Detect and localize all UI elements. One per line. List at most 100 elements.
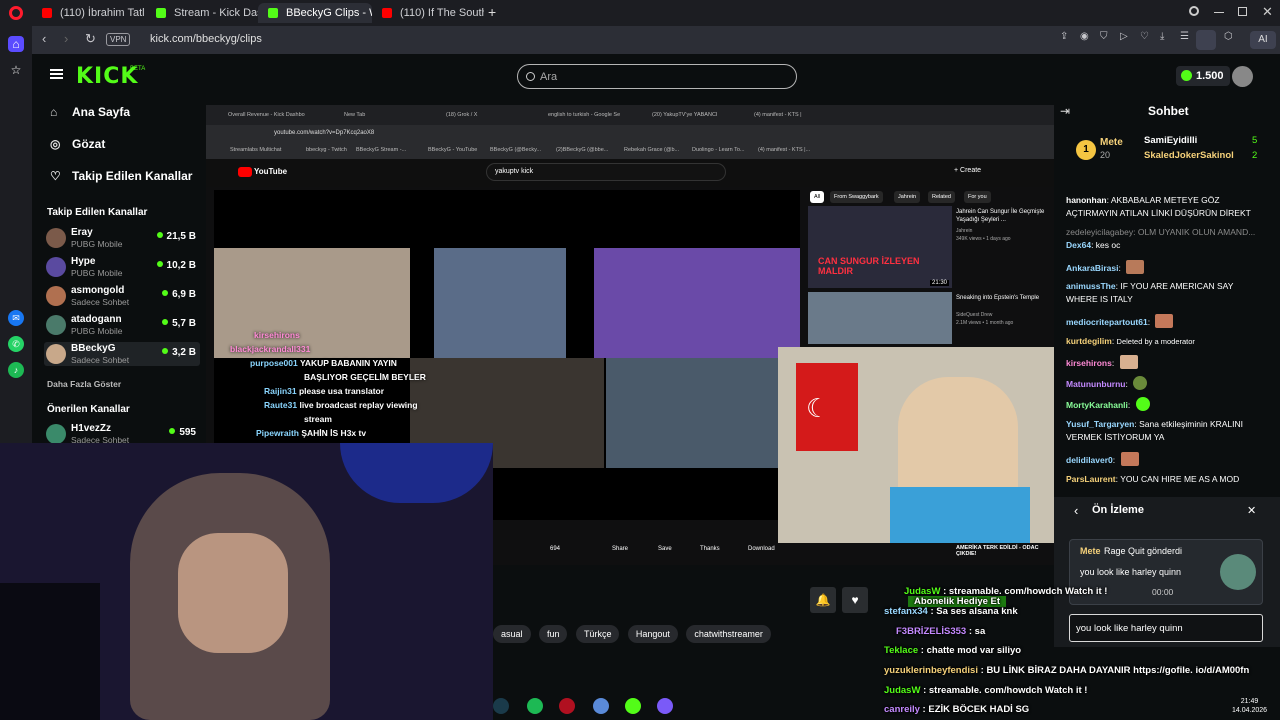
followed-channel-hype[interactable]: Hype PUBG Mobile 10,2 B [44, 255, 200, 279]
chat-deleted-notice: Deleted by a moderator [1116, 337, 1195, 346]
rage-quit-emote-icon [1220, 554, 1256, 590]
home-icon[interactable]: ⌂ [8, 36, 24, 52]
broadcast-chat-line: stefanx34 : Sa ses alsana knk [884, 606, 1018, 617]
stream-tag[interactable]: chatwithstreamer [686, 625, 771, 643]
nav-following[interactable]: ♡ Takip Edilen Kanallar [50, 169, 192, 183]
preview-back-icon[interactable]: ‹ [1074, 503, 1078, 518]
notify-bell-button[interactable]: 🔔 [810, 587, 836, 613]
channel-points-badge[interactable]: 1.500 [1176, 66, 1230, 86]
avatar [46, 424, 66, 444]
whatsapp-icon[interactable]: ✆ [8, 336, 24, 352]
new-tab-button[interactable]: + [488, 4, 496, 20]
chat-username[interactable]: Matununburnu [1066, 379, 1125, 389]
camera-icon[interactable]: ◉ [1080, 31, 1089, 42]
leader-user: Mete [1100, 137, 1123, 148]
broadcast-chat-line: canreily : EZİK BÖCEK HADİ SG [884, 704, 1030, 715]
chat-username[interactable]: kirsehirons [1066, 358, 1112, 368]
vpn-badge[interactable]: VPN [106, 33, 131, 46]
follow-heart-button[interactable]: ♥ [842, 587, 868, 613]
browser-tab[interactable]: (110) İbrahim Tatlises - Sa [32, 3, 144, 23]
terminal-icon[interactable] [493, 698, 509, 714]
overlay-chat-text: ŞAHİN İS H3x tv [301, 428, 367, 438]
save-label: Save [658, 546, 672, 552]
nav-browse[interactable]: ◎ Gözat [50, 137, 105, 151]
restore-icon[interactable] [1238, 7, 1247, 16]
chat-username[interactable]: ParsLaurent [1066, 474, 1116, 484]
overlay-chat-line: blackjackrandall331 [230, 344, 311, 354]
followed-channel-asmongold[interactable]: asmongold Sadece Sohbet 6,9 B [44, 284, 200, 308]
broadcast-chat-line: JudasW : streamable. com/howdch Watch it… [884, 685, 1088, 696]
opera-logo-icon[interactable] [9, 6, 23, 20]
stream-tag[interactable]: Türkçe [575, 625, 620, 643]
app-red-icon[interactable] [559, 698, 575, 714]
chat-username[interactable]: hanonhan [1066, 195, 1107, 205]
recommended-channel-h1vezzz[interactable]: H1vezZz Sadece Sohbet 595 [44, 422, 200, 445]
embedded-chat-overlay: kirsehirons blackjackrandall331 purpose0… [214, 330, 426, 440]
chat-username[interactable]: kurtdegilim [1066, 336, 1112, 346]
close-window-icon[interactable]: ✕ [1262, 4, 1273, 20]
profile-icon[interactable] [1196, 30, 1216, 50]
nav-home[interactable]: ⌂ Ana Sayfa [50, 105, 130, 119]
hamburger-menu-icon[interactable] [50, 69, 63, 79]
chat-text: YOU CAN HIRE ME AS A MOD [1120, 474, 1240, 484]
browser-tab[interactable]: Stream - Kick Dashboard [146, 3, 258, 23]
stream-tag[interactable]: asual [493, 625, 531, 643]
overlay-chat-line: Raijin31 please usa translator [264, 386, 384, 396]
chat-username[interactable]: delidilaver0 [1066, 455, 1113, 465]
kick-app-icon[interactable] [625, 698, 641, 714]
user-avatar[interactable] [1232, 66, 1253, 87]
chat-username[interactable]: MortyKarahanli [1066, 400, 1128, 410]
url-field[interactable]: kick.com/bbeckyg/clips [150, 33, 262, 45]
followed-channel-bbeckyg[interactable]: BBeckyG Sadece Sohbet 3,2 B [44, 342, 200, 366]
play-icon[interactable]: ▷ [1120, 31, 1128, 42]
stream-tag[interactable]: Hangout [627, 625, 678, 643]
chat-username[interactable]: animussThe [1066, 281, 1116, 291]
menu-icon[interactable]: ☰ [1180, 31, 1189, 42]
collapse-chat-icon[interactable]: ⇥ [1060, 104, 1070, 118]
extensions-icon[interactable]: ⬡ [1224, 31, 1233, 42]
webcam-streamer [0, 443, 493, 720]
stream-tag[interactable]: fun [538, 625, 568, 643]
channel-name: Eray [71, 227, 93, 238]
discord-icon[interactable] [657, 698, 673, 714]
emote-icon [1133, 376, 1148, 390]
chat-message: AnkaraBirasi: [1066, 260, 1266, 275]
chat-username[interactable]: AnkaraBirasi [1066, 263, 1118, 273]
heart-outline-icon[interactable]: ♡ [1140, 31, 1149, 42]
show-more-link[interactable]: Daha Fazla Göster [47, 379, 121, 389]
spotify-icon[interactable] [527, 698, 543, 714]
search-input[interactable]: Ara [517, 64, 797, 89]
reload-icon[interactable]: ↻ [85, 31, 96, 47]
chat-message-input[interactable]: you look like harley quinn [1069, 614, 1263, 642]
shield-icon[interactable]: ⛉ [1100, 31, 1108, 42]
minimize-icon[interactable] [1214, 12, 1224, 13]
broadcast-chat-user: canreily [884, 704, 920, 715]
broadcast-chat-user: F3BRİZELİS353 [896, 626, 967, 637]
recommendation-meta: 349K views • 1 days ago [956, 236, 1011, 242]
chat-username[interactable]: mediocritepartout61 [1066, 317, 1148, 327]
browser-tab[interactable]: (110) If The South Wouldn [372, 3, 484, 23]
aria-button[interactable]: AI [1250, 31, 1276, 49]
app-blue-icon[interactable] [593, 698, 609, 714]
home-icon: ⌂ [50, 105, 58, 119]
followed-channel-eray[interactable]: Eray PUBG Mobile 21,5 B [44, 226, 200, 250]
preview-close-icon[interactable]: ✕ [1247, 504, 1256, 517]
browser-tab-active[interactable]: BBeckyG Clips - Watc [258, 3, 372, 23]
messenger-icon[interactable]: ✉ [8, 310, 24, 326]
forward-icon[interactable]: › [64, 31, 68, 46]
embedded-tab: (18) Grok / X [446, 112, 478, 118]
thumbnail-caption: CAN SUNGUR İZLEYEN MALDIR [818, 256, 920, 276]
bookmark: Duolingo - Learn To... [692, 147, 745, 153]
broadcast-chat-text: EZİK BÖCEK HADİ SG [928, 704, 1030, 715]
search-tabs-icon[interactable] [1189, 6, 1199, 16]
chat-message: Yusuf_Targaryen: Sana etkileşiminin KRAL… [1066, 419, 1244, 442]
star-icon[interactable]: ☆ [8, 62, 24, 78]
back-icon[interactable]: ‹ [42, 31, 46, 46]
download-icon[interactable]: ⤓ [1160, 31, 1164, 42]
share-icon[interactable]: ⇪ [1060, 31, 1068, 42]
chat-username[interactable]: Dex64 [1066, 240, 1091, 250]
followed-channel-atadogann[interactable]: atadogann PUBG Mobile 5,7 B [44, 313, 200, 337]
chat-username[interactable]: zedeleyicilagabey [1066, 227, 1133, 237]
spotify-icon[interactable]: ♪ [8, 362, 24, 378]
chat-username[interactable]: Yusuf_Targaryen [1066, 419, 1134, 429]
